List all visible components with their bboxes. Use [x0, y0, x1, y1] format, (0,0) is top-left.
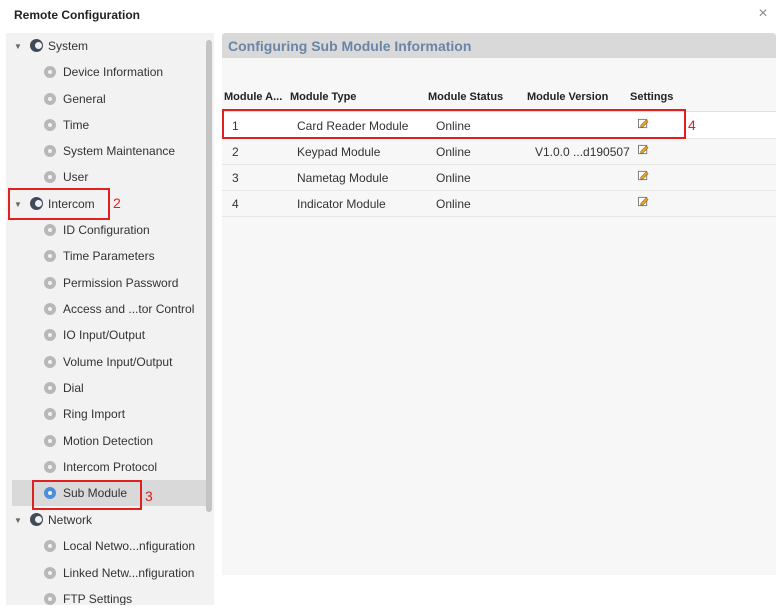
tree-item-label: Volume Input/Output — [63, 355, 173, 369]
tree-item-label: Motion Detection — [63, 434, 154, 448]
tree-item-general[interactable]: General — [44, 86, 106, 112]
tree-item-label: Time Parameters — [63, 249, 155, 263]
tree-item-volume-input-output[interactable]: Volume Input/Output — [44, 349, 172, 375]
network-group-icon — [30, 513, 43, 526]
title-bar: Remote Configuration × — [0, 0, 780, 30]
system-group-icon — [30, 39, 43, 52]
close-icon[interactable]: × — [754, 5, 772, 23]
tree-item-label: Local Netwo...nfiguration — [63, 539, 196, 553]
row-status: Online — [436, 197, 471, 211]
tree-item-device-information[interactable]: Device Information — [44, 59, 163, 85]
tree-item-time[interactable]: Time — [44, 112, 89, 138]
tree-item-access-control[interactable]: Access and ...tor Control — [44, 296, 194, 322]
tree-item-intercom-protocol[interactable]: Intercom Protocol — [44, 454, 157, 480]
col-module-type[interactable]: Module Type — [290, 91, 356, 103]
annotation-number-2: 2 — [113, 195, 121, 211]
gear-icon — [44, 303, 56, 315]
tree-item-label: General — [63, 92, 106, 106]
sidebar-scrollbar[interactable] — [206, 40, 212, 512]
tree-group-label: Network — [48, 513, 93, 527]
gear-icon — [44, 277, 56, 289]
tree-group-label: System — [48, 39, 89, 53]
tree-item-label: User — [63, 170, 89, 184]
caret-down-icon[interactable]: ▼ — [14, 508, 24, 534]
tree-item-label: Intercom Protocol — [63, 460, 158, 474]
tree-item-label: Permission Password — [63, 276, 179, 290]
tree-item-linked-network-configuration[interactable]: Linked Netw...nfiguration — [44, 560, 194, 586]
gear-icon — [44, 461, 56, 473]
col-module-status[interactable]: Module Status — [428, 91, 503, 103]
page-title: Configuring Sub Module Information — [228, 38, 472, 54]
tree-item-label: Access and ...tor Control — [63, 302, 195, 316]
gear-icon — [44, 408, 56, 420]
row-status: Online — [436, 171, 471, 185]
table-header: Module A... Module Type Module Status Mo… — [222, 85, 776, 112]
annotation-box-intercom — [8, 188, 110, 220]
tree-item-motion-detection[interactable]: Motion Detection — [44, 428, 153, 454]
tree-item-label: Device Information — [63, 65, 164, 79]
tree-item-label: ID Configuration — [63, 223, 150, 237]
tree-item-time-parameters[interactable]: Time Parameters — [44, 243, 155, 269]
row-address: 2 — [232, 145, 239, 159]
annotation-box-sub-module — [32, 480, 142, 510]
tree-item-user[interactable]: User — [44, 164, 88, 190]
gear-icon — [44, 435, 56, 447]
tree-item-ftp-settings[interactable]: FTP Settings — [44, 586, 132, 605]
gear-icon — [44, 93, 56, 105]
col-module-version[interactable]: Module Version — [527, 91, 608, 103]
window-title: Remote Configuration — [14, 8, 140, 22]
row-version: V1.0.0 ...d190507 — [535, 145, 630, 159]
tree-item-label: Dial — [63, 381, 84, 395]
tree-item-label: Ring Import — [63, 407, 126, 421]
edit-icon[interactable] — [638, 144, 649, 155]
tree-item-label: IO Input/Output — [63, 328, 146, 342]
tree-item-label: FTP Settings — [63, 592, 133, 605]
gear-icon — [44, 119, 56, 131]
tree-item-label: Time — [63, 118, 90, 132]
tree-item-id-configuration[interactable]: ID Configuration — [44, 217, 150, 243]
gear-icon — [44, 382, 56, 394]
gear-icon — [44, 593, 56, 605]
gear-icon — [44, 567, 56, 579]
edit-icon[interactable] — [638, 196, 649, 207]
gear-icon — [44, 250, 56, 262]
panel-header: Configuring Sub Module Information — [222, 33, 776, 58]
row-address: 3 — [232, 171, 239, 185]
edit-icon[interactable] — [638, 170, 649, 181]
table-row[interactable]: 2 Keypad Module Online V1.0.0 ...d190507 — [222, 138, 776, 165]
col-settings: Settings — [630, 91, 674, 103]
row-type: Indicator Module — [297, 197, 386, 211]
tree-group-network[interactable]: ▼ Network — [14, 507, 92, 533]
row-address: 4 — [232, 197, 239, 211]
annotation-number-4: 4 — [688, 117, 696, 133]
tree-item-label: System Maintenance — [63, 144, 176, 158]
tree-group-system[interactable]: ▼ System — [14, 33, 88, 59]
row-status: Online — [436, 145, 471, 159]
gear-icon — [44, 171, 56, 183]
gear-icon — [44, 145, 56, 157]
table-row[interactable]: 4 Indicator Module Online — [222, 190, 776, 217]
annotation-box-card-reader-row — [222, 109, 686, 139]
config-tree: ▼ System Device Information General Time … — [6, 33, 214, 605]
tree-item-io-input-output[interactable]: IO Input/Output — [44, 322, 145, 348]
gear-icon — [44, 329, 56, 341]
col-module-address[interactable]: Module A... — [224, 91, 282, 103]
tree-item-dial[interactable]: Dial — [44, 375, 84, 401]
gear-icon — [44, 66, 56, 78]
tree-item-label: Linked Netw...nfiguration — [63, 566, 195, 580]
row-type: Nametag Module — [297, 171, 389, 185]
gear-icon — [44, 540, 56, 552]
table-row[interactable]: 3 Nametag Module Online — [222, 164, 776, 191]
gear-icon — [44, 356, 56, 368]
row-type: Keypad Module — [297, 145, 381, 159]
annotation-number-3: 3 — [145, 488, 153, 504]
tree-item-system-maintenance[interactable]: System Maintenance — [44, 138, 175, 164]
tree-item-local-network-configuration[interactable]: Local Netwo...nfiguration — [44, 533, 195, 559]
caret-down-icon[interactable]: ▼ — [14, 34, 24, 60]
gear-icon — [44, 224, 56, 236]
tree-item-permission-password[interactable]: Permission Password — [44, 270, 178, 296]
tree-item-ring-import[interactable]: Ring Import — [44, 401, 125, 427]
